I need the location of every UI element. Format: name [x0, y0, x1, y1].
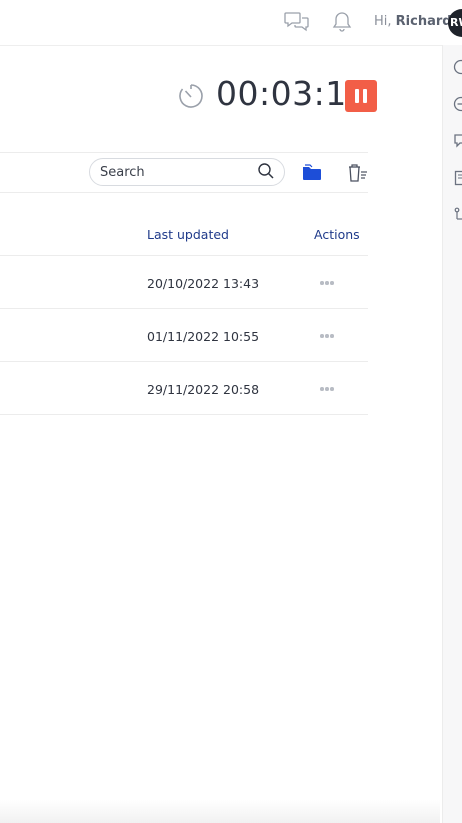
top-header: Hi, Richard RW [0, 0, 462, 46]
greeting-prefix: Hi, [374, 14, 392, 29]
row-actions-button[interactable] [319, 386, 335, 392]
trash-filter-icon[interactable] [346, 163, 368, 183]
hierarchy-icon[interactable] [453, 207, 462, 223]
divider [0, 152, 368, 153]
search-box[interactable] [89, 158, 285, 186]
chat-icon[interactable] [284, 11, 310, 33]
minus-circle-icon[interactable] [453, 96, 462, 112]
column-header-actions: Actions [314, 227, 360, 242]
folder-icon[interactable] [302, 164, 322, 181]
row-actions-button[interactable] [319, 280, 335, 286]
pause-button[interactable] [345, 80, 377, 112]
bottom-shadow [0, 800, 440, 823]
bell-icon[interactable] [332, 11, 352, 33]
pause-icon [355, 89, 359, 103]
row-actions-button[interactable] [319, 333, 335, 339]
user-name: Richard [395, 14, 452, 29]
last-updated-cell: 29/11/2022 20:58 [147, 382, 260, 397]
timer-icon [179, 84, 203, 108]
right-rail [442, 45, 462, 823]
column-header-last-updated[interactable]: Last updated [147, 227, 229, 242]
document-icon[interactable] [453, 170, 462, 186]
divider [0, 414, 368, 415]
chat-bubble-icon[interactable] [453, 133, 462, 149]
user-greeting[interactable]: Hi, Richard [374, 14, 452, 29]
clock-icon[interactable] [453, 59, 462, 75]
search-icon[interactable] [257, 162, 275, 180]
last-updated-cell: 01/11/2022 10:55 [147, 329, 260, 344]
divider [0, 255, 368, 256]
divider [0, 361, 368, 362]
search-input[interactable] [100, 162, 250, 182]
app-page: Hi, Richard RW 00:03:10 [0, 0, 462, 823]
last-updated-cell: 20/10/2022 13:43 [147, 276, 260, 291]
divider [0, 308, 368, 309]
divider [0, 192, 368, 193]
